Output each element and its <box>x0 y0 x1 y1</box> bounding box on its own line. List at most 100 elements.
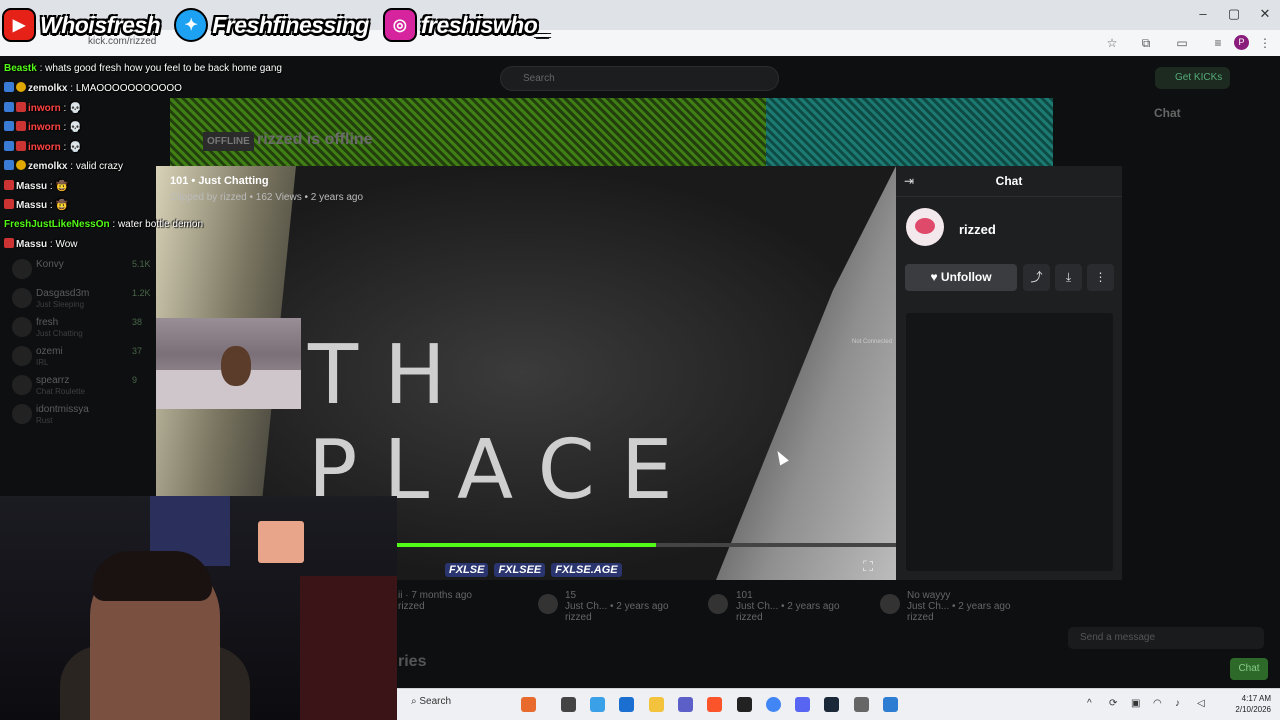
unfollow-button[interactable]: ♥ Unfollow <box>905 264 1017 291</box>
clock-date: 2/10/2026 <box>1235 705 1271 714</box>
steam-icon[interactable] <box>824 697 839 712</box>
taskbar-search[interactable]: ⌕ Search <box>411 696 451 707</box>
tray-chevron-icon[interactable]: ^ <box>1087 698 1092 709</box>
chat-send-button[interactable]: Chat <box>1230 658 1268 680</box>
overlay-chat-message: zemolkx : LMAOOOOOOOOOOO <box>4 82 182 94</box>
brave-icon[interactable] <box>707 697 722 712</box>
sidebar-channel[interactable]: Dasgasd3m Just Sleeping 1.2K <box>8 285 158 314</box>
taskbar-search-label: Search <box>419 696 452 707</box>
close-window-button[interactable]: ✕ <box>1250 6 1280 22</box>
tray-app-icon[interactable]: ⟳ <box>1109 698 1117 709</box>
clip-avatar <box>538 594 558 614</box>
overlay-chat-message: Massu : 🤠 <box>4 180 68 192</box>
widgets-icon[interactable] <box>521 697 536 712</box>
maximize-button[interactable]: ▢ <box>1219 6 1249 22</box>
overlay-chat-message: inworn : 💀 <box>4 141 82 153</box>
clip-webcam <box>156 318 301 409</box>
clip-card[interactable]: ii · 7 months ago rizzed <box>398 590 472 612</box>
downloads-icon[interactable]: ≡ <box>1210 35 1226 51</box>
more-options-icon[interactable]: ⋮ <box>1087 264 1114 291</box>
youtube-icon: ▶ <box>2 8 36 42</box>
overlay-chat-message: inworn : 💀 <box>4 121 82 133</box>
store-icon[interactable] <box>619 697 634 712</box>
sidebar-channel[interactable]: spearrz Chat Roulette 9 <box>8 372 158 401</box>
bookmark-star-icon[interactable]: ☆ <box>1104 35 1120 51</box>
avatar <box>12 404 32 424</box>
browser-menu-icon[interactable]: ⋮ <box>1257 35 1273 51</box>
clip-card[interactable]: No wayyy Just Ch... • 2 years ago rizzed <box>907 590 1011 623</box>
chat-badge-icon <box>4 141 14 151</box>
fullscreen-icon[interactable]: ⛶ <box>860 558 876 574</box>
clock[interactable]: 4:17 AM 2/10/2026 <box>1221 693 1271 715</box>
channel-avatar[interactable] <box>906 208 944 246</box>
file-explorer-icon[interactable] <box>649 697 664 712</box>
sidebar-channel[interactable]: idontmissya Rust <box>8 401 158 430</box>
wifi-icon[interactable]: ◠ <box>1153 698 1162 709</box>
twitter-handle: Freshfinessing <box>212 11 369 38</box>
share-icon[interactable]: ⤴ <box>1023 264 1050 291</box>
clip-channel: rizzed <box>565 612 592 623</box>
viewer-count: 5.1K <box>132 259 151 269</box>
collapse-chat-icon[interactable]: ⇥ <box>904 174 918 188</box>
overlay-chat-message: FreshJustLikeNessOn : water bottle demon <box>4 219 203 230</box>
sidebar-channel[interactable]: ozemi IRL 37 <box>8 343 158 372</box>
offline-badge: OFFLINE <box>203 132 254 151</box>
clip-channel: rizzed <box>907 612 934 623</box>
discord-icon[interactable] <box>795 697 810 712</box>
chat-separator: : <box>60 122 70 133</box>
channel-name[interactable]: rizzed <box>959 222 996 237</box>
download-icon[interactable]: ⤓ <box>1055 264 1082 291</box>
settings-icon[interactable] <box>854 697 869 712</box>
minimize-button[interactable]: – <box>1188 6 1218 21</box>
chat-badge-icon <box>16 102 26 112</box>
teams-icon[interactable] <box>678 697 693 712</box>
video-progress-bar[interactable] <box>397 543 896 547</box>
avatar <box>12 317 32 337</box>
channel-name: Konvy <box>36 259 64 270</box>
clip-card[interactable]: 15 Just Ch... • 2 years ago rizzed <box>565 590 669 623</box>
clip-title: ii <box>398 590 403 601</box>
sidebar-channel[interactable]: fresh Just Chatting 38 <box>8 314 158 343</box>
chat-message-text: LMAOOOOOOOOOOO <box>75 83 182 94</box>
windows-taskbar: ⌕ Search ^ ⟳ ▣ ◠ ♪ ◁ 4:17 AM 2/10/2026 <box>397 688 1280 720</box>
profile-avatar[interactable]: P <box>1234 35 1249 50</box>
kick-search-input[interactable]: Search <box>500 66 779 91</box>
chat-username: Beastk <box>4 63 37 74</box>
clip-title: 101 • Just Chatting <box>170 175 269 187</box>
channel-name: Dasgasd3m <box>36 288 90 299</box>
app-icon[interactable] <box>883 697 898 712</box>
clip-title: 101 <box>736 590 753 601</box>
chat-badge-icon <box>4 160 14 170</box>
app-icon[interactable] <box>737 697 752 712</box>
tray-app-icon[interactable]: ▣ <box>1131 698 1140 709</box>
followed-channels-list: Konvy 5.1K Dasgasd3m Just Sleeping 1.2K fre… <box>8 256 158 430</box>
watermark: FXLSEE <box>494 562 546 577</box>
sidebar-channel[interactable]: Konvy 5.1K <box>8 256 158 285</box>
offline-text: rizzed is offline <box>257 131 373 148</box>
clock-time: 4:17 AM <box>1241 694 1271 703</box>
channel-category: IRL <box>36 358 49 367</box>
clip-title: No wayyy <box>907 590 951 601</box>
get-kicks-button[interactable]: Get KICKs <box>1155 67 1231 89</box>
extensions-icon[interactable]: ⧉ <box>1138 35 1154 51</box>
cast-icon[interactable]: ▭ <box>1174 35 1190 51</box>
chat-message-text: 💀 <box>69 122 82 133</box>
microphone-icon[interactable]: ♪ <box>1175 698 1180 709</box>
chat-badge-icon <box>4 180 14 190</box>
task-view-icon[interactable] <box>561 697 576 712</box>
divider <box>896 196 1122 197</box>
streamer-hair <box>92 551 212 601</box>
channel-category: Chat Roulette <box>36 387 85 396</box>
volume-icon[interactable]: ◁ <box>1197 698 1205 709</box>
avatar <box>12 259 32 279</box>
clip-card[interactable]: 101 Just Ch... • 2 years ago rizzed <box>736 590 840 623</box>
avatar <box>12 375 32 395</box>
channel-category: Just Chatting <box>36 329 83 338</box>
chat-username: inworn <box>28 122 61 133</box>
chat-message-text: whats good fresh how you feel to be back… <box>45 63 282 74</box>
copilot-icon[interactable] <box>590 697 605 712</box>
chrome-icon[interactable] <box>766 697 781 712</box>
clip-chat-panel: Chat ⇥ rizzed ♥ Unfollow ⤴ ⤓ ⋮ <box>896 166 1122 580</box>
send-message-input[interactable]: Send a message <box>1068 627 1264 649</box>
chat-separator: : <box>60 103 70 114</box>
